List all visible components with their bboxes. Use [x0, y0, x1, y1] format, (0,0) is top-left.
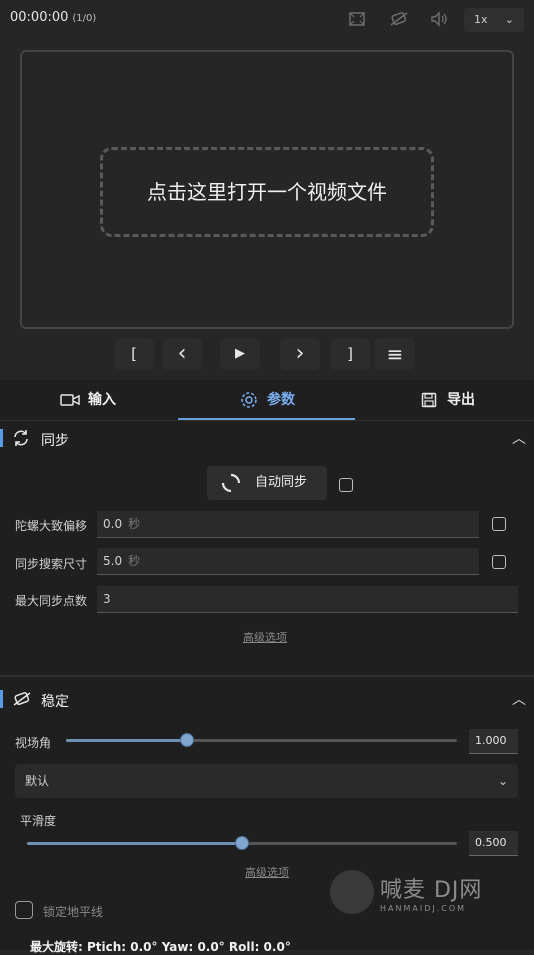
gyro-offset-field[interactable]: 0.0 秒	[97, 511, 479, 538]
section-title-stabilization: 稳定	[41, 694, 69, 710]
search-size-checkbox[interactable]	[492, 555, 506, 569]
top-bar: 00:00:00 (1/0) 1x ⌄	[0, 0, 534, 40]
fit-frame-icon[interactable]	[346, 10, 368, 32]
smoothness-slider-fill	[27, 842, 242, 845]
auto-sync-button[interactable]: 自动同步	[207, 466, 327, 500]
section-marker	[0, 690, 3, 708]
chevron-down-icon: ⌄	[497, 774, 508, 788]
tab-params[interactable]: 参数	[239, 380, 295, 420]
tab-bar: 输入 参数 导出	[0, 380, 534, 421]
smoothness-value-field[interactable]: 0.500	[469, 831, 518, 856]
menu-button[interactable]: ≡	[375, 338, 415, 370]
max-rotation-readout: 最大旋转: Ptich: 0.0° Yaw: 0.0° Roll: 0.0°	[30, 940, 291, 954]
stabilization-advanced-link[interactable]: 高级选项	[245, 864, 289, 880]
collapse-sync-icon[interactable]: ︿	[512, 428, 526, 448]
section-title-sync: 同步	[41, 433, 69, 449]
search-size-label: 同步搜索尺寸	[15, 557, 88, 571]
section-divider	[0, 675, 534, 677]
tab-export[interactable]: 导出	[419, 380, 475, 420]
video-camera-icon	[60, 380, 80, 420]
smoothness-slider-handle[interactable]	[235, 836, 249, 850]
spinner-icon	[221, 466, 241, 505]
watermark-logo-icon	[330, 870, 374, 914]
max-points-field[interactable]: 3	[97, 586, 518, 613]
watermark: 喊麦 DJ网 HANMAIDJ.COM	[330, 870, 530, 920]
open-video-dropzone[interactable]: 点击这里打开一个视频文件	[100, 147, 434, 237]
playback-speed-select[interactable]: 1x ⌄	[464, 8, 524, 32]
gear-icon	[239, 380, 259, 420]
sync-advanced-link[interactable]: 高级选项	[243, 629, 287, 645]
fov-slider-handle[interactable]	[180, 733, 194, 747]
stabilize-toggle-icon[interactable]	[388, 10, 410, 32]
volume-icon[interactable]	[428, 10, 450, 32]
chevron-down-icon: ⌄	[504, 13, 514, 26]
collapse-stabilization-icon[interactable]: ︿	[512, 689, 526, 709]
active-tab-indicator	[178, 418, 355, 420]
smoothness-label: 平滑度	[20, 814, 57, 828]
smoothing-method-select[interactable]: 默认 ⌄	[15, 764, 518, 798]
lock-horizon-label: 锁定地平线	[43, 905, 104, 919]
fov-value-field[interactable]: 1.000	[469, 729, 518, 754]
section-marker	[0, 429, 3, 447]
mark-in-button[interactable]: [	[114, 338, 154, 370]
prev-frame-button[interactable]: ‹	[162, 338, 202, 370]
next-frame-button[interactable]: ›	[280, 338, 320, 370]
max-points-label: 最大同步点数	[15, 594, 88, 608]
fov-label: 视场角	[15, 736, 52, 750]
fov-slider-fill	[66, 739, 187, 742]
timecode: 00:00:00 (1/0)	[10, 10, 97, 25]
save-icon	[419, 380, 439, 420]
tab-input[interactable]: 输入	[60, 380, 116, 420]
stabilize-icon	[12, 690, 32, 712]
play-button[interactable]: ▶	[220, 338, 260, 370]
auto-sync-checkbox[interactable]	[339, 478, 353, 492]
lock-horizon-checkbox[interactable]	[15, 901, 33, 919]
mark-out-button[interactable]: ]	[330, 338, 370, 370]
gyro-offset-label: 陀螺大致偏移	[15, 519, 88, 533]
search-size-field[interactable]: 5.0 秒	[97, 548, 479, 575]
sync-icon	[12, 429, 30, 451]
gyro-offset-checkbox[interactable]	[492, 517, 506, 531]
